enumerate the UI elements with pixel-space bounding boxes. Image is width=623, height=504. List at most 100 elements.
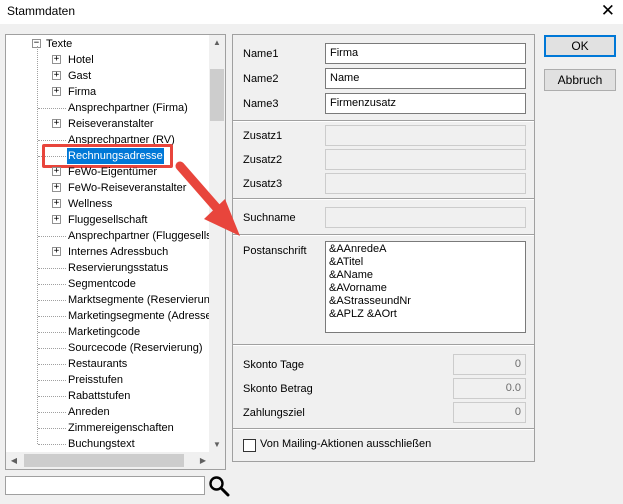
tree-connector-line [38, 284, 66, 285]
suchname-label: Suchname [243, 212, 296, 224]
tree-rows: − Texte + Hotel + Gast + Firma Ansprechpartner… [6, 35, 211, 453]
tree-node-label: Preisstufen [68, 374, 124, 386]
divider [233, 344, 534, 346]
postanschrift-line: &AName [329, 269, 374, 281]
tree-connector-line [38, 428, 66, 429]
tree-node-label: Reservierungsstatus [68, 262, 169, 274]
name2-field[interactable]: Name [325, 68, 526, 89]
tree-connector-line [38, 108, 66, 109]
tree-node-label: Buchungstext [68, 438, 135, 450]
tree-connector-line [38, 348, 66, 349]
tree-connector-line [38, 364, 66, 365]
category-tree[interactable]: − Texte + Hotel + Gast + Firma Ansprechpartner… [5, 34, 226, 470]
tree-node-label: Fluggesellschaft [68, 214, 148, 226]
scroll-thumb-horizontal[interactable] [24, 454, 184, 467]
postanschrift-line: &AStrasseundNr [329, 295, 411, 307]
tree-connector-line [38, 380, 66, 381]
zusatz2-label: Zusatz2 [243, 154, 283, 166]
scroll-up-icon[interactable]: ▲ [209, 35, 225, 51]
postanschrift-textarea[interactable]: &AAnredeA &ATitel &AName &AVorname &AStr… [325, 241, 526, 333]
tree-node-label: Sourcecode (Reservierung) [68, 342, 203, 354]
zusatz3-field[interactable] [325, 173, 526, 194]
tree-horizontal-scrollbar[interactable]: ◀ ▶ [6, 452, 211, 469]
expand-icon[interactable]: + [52, 183, 61, 192]
divider [233, 428, 534, 430]
divider [233, 234, 534, 236]
divider [233, 120, 534, 122]
postanschrift-label: Postanschrift [243, 245, 307, 257]
tree-node-label: Wellness [68, 198, 113, 210]
tree-node-label: Marketingsegmente (Adresse) [68, 310, 211, 322]
tree-node-label: Hotel [68, 54, 94, 66]
postanschrift-line: &AAnredeA [329, 243, 387, 255]
expand-icon[interactable]: + [52, 55, 61, 64]
suchname-field[interactable] [325, 207, 526, 228]
scroll-left-icon[interactable]: ◀ [6, 452, 22, 469]
name3-label: Name3 [243, 98, 279, 110]
tree-node-label: Marketingcode [68, 326, 141, 338]
expand-icon[interactable]: + [52, 199, 61, 208]
tree-connector-line [38, 140, 66, 141]
name1-field[interactable]: Firma [325, 43, 526, 64]
postanschrift-line: &APLZ &AOrt [329, 308, 397, 320]
expand-icon[interactable]: + [52, 167, 61, 176]
name1-label: Name1 [243, 48, 279, 60]
tree-node-label: Ansprechpartner (Fluggesellsc [68, 230, 211, 242]
tree-connector-line [38, 444, 66, 445]
skonto-betrag-field[interactable]: 0.0 [453, 378, 526, 399]
name3-field[interactable]: Firmenzusatz [325, 93, 526, 114]
tree-node-label: Anreden [68, 406, 110, 418]
postanschrift-line: &AVorname [329, 282, 387, 294]
expand-icon[interactable]: + [52, 87, 61, 96]
skonto-tage-label: Skonto Tage [243, 359, 304, 371]
mailing-checkbox[interactable] [243, 439, 256, 452]
tree-node-label: Firma [68, 86, 97, 98]
tree-node-label: Zimmereigenschaften [68, 422, 174, 434]
tree-node-label: Texte [46, 38, 73, 50]
tree-connector-line [38, 396, 66, 397]
zahlungsziel-field[interactable]: 0 [453, 402, 526, 423]
tree-node-label: FeWo-Reiseveranstalter [68, 182, 187, 194]
expand-icon[interactable]: + [52, 247, 61, 256]
name2-label: Name2 [243, 73, 279, 85]
tree-connector-line [38, 268, 66, 269]
tree-connector-line [38, 236, 66, 237]
expand-icon[interactable]: + [52, 215, 61, 224]
tree-connector-line [38, 412, 66, 413]
scroll-thumb[interactable] [210, 69, 224, 121]
tree-node-label: Restaurants [68, 358, 128, 370]
zahlungsziel-label: Zahlungsziel [243, 407, 305, 419]
tree-node-label: Ansprechpartner (Firma) [68, 102, 188, 114]
abbruch-button[interactable]: Abbruch [544, 69, 616, 91]
close-icon[interactable]: ✕ [601, 1, 615, 21]
zusatz1-field[interactable] [325, 125, 526, 146]
tree-search-input[interactable] [5, 476, 205, 495]
zusatz3-label: Zusatz3 [243, 178, 283, 190]
zusatz2-field[interactable] [325, 149, 526, 170]
expand-icon[interactable]: + [52, 119, 61, 128]
tree-vertical-scrollbar[interactable]: ▲ ▼ [209, 35, 225, 453]
tree-connector-line [38, 300, 66, 301]
zusatz1-label: Zusatz1 [243, 130, 283, 142]
tree-connector-line [38, 332, 66, 333]
skonto-tage-field[interactable]: 0 [453, 354, 526, 375]
window-title: Stammdaten [7, 4, 76, 18]
tree-node-label: Marktsegmente (Reservierung [68, 294, 211, 306]
title-bar: Stammdaten ✕ [0, 0, 623, 24]
tree-node-label: Reiseveranstalter [68, 118, 154, 130]
divider [233, 198, 534, 200]
tree-node-label: Internes Adressbuch [68, 246, 169, 258]
tree-node-label: Segmentcode [68, 278, 136, 290]
mailing-checkbox-label[interactable]: Von Mailing-Aktionen ausschließen [260, 438, 431, 450]
postanschrift-line: &ATitel [329, 256, 364, 268]
tree-connector-line [37, 46, 38, 444]
scroll-down-icon[interactable]: ▼ [209, 437, 225, 453]
tree-node-label: FeWo-Eigentümer [68, 166, 158, 178]
skonto-betrag-label: Skonto Betrag [243, 383, 313, 395]
ok-button[interactable]: OK [544, 35, 616, 57]
expand-icon[interactable]: + [52, 71, 61, 80]
address-form: Name1 Firma Name2 Name Name3 Firmenzusat… [232, 34, 535, 462]
scrollbar-corner [209, 452, 225, 469]
search-icon[interactable] [208, 475, 230, 497]
tree-node-label: Gast [68, 70, 92, 82]
